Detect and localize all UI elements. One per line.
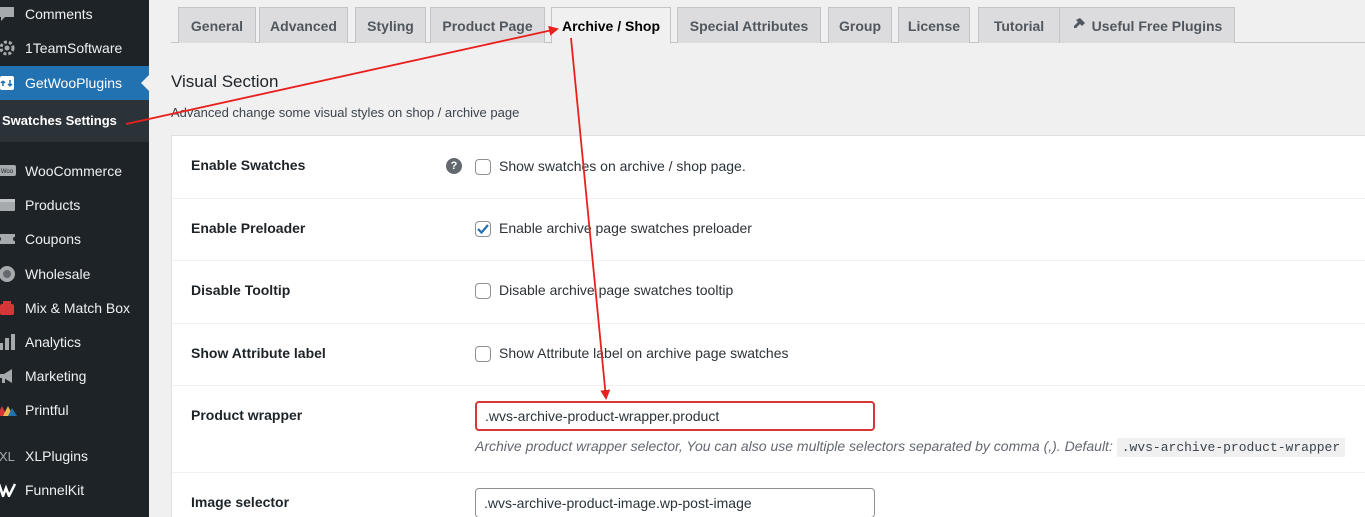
checkbox-label[interactable]: Disable archive page swatches tooltip: [499, 282, 733, 298]
tab-label: Product Page: [442, 17, 533, 34]
tab-label: Tutorial: [993, 17, 1045, 34]
sidebar-item-coupons[interactable]: Coupons: [0, 222, 149, 256]
sidebar-item-funnelkit[interactable]: FunnelKit: [0, 473, 149, 507]
sidebar-item-label: Wholesale: [25, 266, 91, 282]
settings-tabs: General Advanced Styling Product Page Ar…: [171, 0, 1365, 44]
section-title: Visual Section: [171, 72, 279, 91]
plugin-icon: [1072, 17, 1086, 34]
row-label: Enable Preloader: [191, 220, 306, 236]
checkbox-label[interactable]: Show Attribute label on archive page swa…: [499, 345, 789, 361]
row-label: Product wrapper: [191, 407, 303, 423]
row-disable-tooltip: Disable Tooltip Disable archive page swa…: [172, 261, 1365, 324]
settings-form: Enable Swatches ? Show swatches on archi…: [171, 135, 1365, 517]
tab-label: Group: [839, 17, 881, 34]
tab-archive-shop[interactable]: Archive / Shop: [551, 7, 671, 44]
sidebar-item-label: XLPlugins: [25, 448, 89, 464]
submenu-item-label: Swatches Settings: [2, 113, 117, 128]
gear-icon: [0, 38, 17, 58]
megaphone-icon: [0, 366, 17, 386]
row-enable-swatches: Enable Swatches ? Show swatches on archi…: [172, 136, 1365, 199]
sidebar-item-label: WooCommerce: [25, 163, 122, 179]
sidebar-item-label: FunnelKit: [25, 482, 85, 498]
sidebar-item-label: Marketing: [25, 368, 87, 384]
tab-tutorial[interactable]: Tutorial: [978, 7, 1060, 43]
row-image-selector: Image selector: [172, 473, 1365, 517]
disable-tooltip-checkbox[interactable]: [475, 283, 491, 299]
sidebar-item-mix-match-box[interactable]: Mix & Match Box: [0, 291, 149, 325]
sidebar-item-wholesale[interactable]: Wholesale: [0, 257, 149, 291]
sidebar-item-woocommerce[interactable]: Woo WooCommerce: [0, 154, 149, 188]
sidebar-item-label: Mix & Match Box: [25, 300, 131, 316]
checkmark-icon: [477, 224, 489, 235]
row-show-attribute-label: Show Attribute label Show Attribute labe…: [172, 324, 1365, 386]
help-icon[interactable]: ?: [446, 158, 462, 174]
tab-useful-free-plugins[interactable]: Useful Free Plugins: [1059, 7, 1235, 43]
sidebar-item-label: GetWooPlugins: [25, 75, 123, 91]
woo-icon: Woo: [0, 161, 17, 181]
sidebar-item-label: Comments: [25, 6, 93, 22]
sidebar-item-1teamsoftware[interactable]: 1TeamSoftware: [0, 31, 149, 65]
tab-group[interactable]: Group: [828, 7, 892, 43]
tab-label: License: [907, 17, 961, 34]
sidebar-item-label: Printful: [25, 402, 69, 418]
sidebar-item-xlplugins[interactable]: XL XLPlugins: [0, 439, 149, 473]
tab-label: General: [190, 17, 244, 34]
sidebar-item-label: Products: [25, 197, 81, 213]
tab-label: Special Attributes: [689, 17, 809, 34]
admin-sidebar: Comments 1TeamSoftware GetWooPlugins Swa…: [0, 0, 149, 517]
tab-styling[interactable]: Styling: [355, 7, 426, 43]
submenu-swatches-settings[interactable]: Swatches Settings: [0, 100, 149, 142]
tab-advanced[interactable]: Advanced: [259, 7, 348, 43]
tab-label: Styling: [367, 17, 414, 34]
checkbox-label[interactable]: Show swatches on archive / shop page.: [499, 158, 746, 174]
funnelkit-icon: [0, 480, 17, 500]
analytics-icon: [0, 332, 17, 352]
enable-preloader-checkbox[interactable]: [475, 221, 491, 237]
show-attribute-label-checkbox[interactable]: [475, 346, 491, 362]
coupon-icon: [0, 229, 17, 249]
tab-product-page[interactable]: Product Page: [430, 7, 545, 43]
tab-label: Advanced: [270, 17, 337, 34]
svg-text:XL: XL: [0, 449, 15, 463]
plugin-icon: [0, 73, 17, 93]
printful-icon: [0, 400, 17, 420]
row-label: Show Attribute label: [191, 345, 326, 361]
tab-label: Archive / Shop: [561, 17, 661, 34]
sidebar-item-marketing[interactable]: Marketing: [0, 359, 149, 393]
default-code: .wvs-archive-product-wrapper: [1116, 438, 1346, 457]
row-enable-preloader: Enable Preloader Enable archive page swa…: [172, 199, 1365, 261]
row-product-wrapper: Product wrapper Archive product wrapper …: [172, 386, 1365, 473]
sidebar-item-label: Coupons: [25, 231, 82, 247]
section-description: Advanced change some visual styles on sh…: [171, 105, 520, 120]
sidebar-item-printful[interactable]: Printful: [0, 393, 149, 427]
sidebar-item-products[interactable]: Products: [0, 188, 149, 222]
field-description: Archive product wrapper selector, You ca…: [475, 438, 1346, 457]
checkbox-label[interactable]: Enable archive page swatches preloader: [499, 220, 752, 236]
tab-special-attributes[interactable]: Special Attributes: [677, 7, 821, 43]
comments-icon: [0, 4, 17, 24]
tab-license[interactable]: License: [898, 7, 970, 43]
svg-text:Woo: Woo: [1, 169, 14, 175]
product-wrapper-input[interactable]: [475, 401, 875, 431]
wholesale-icon: [0, 264, 17, 284]
tab-label: Useful Free Plugins: [1091, 17, 1223, 34]
sidebar-item-getwooplugins[interactable]: GetWooPlugins: [0, 66, 149, 100]
sidebar-item-analytics[interactable]: Analytics: [0, 325, 149, 359]
row-label: Enable Swatches: [191, 157, 306, 173]
sidebar-item-label: 1TeamSoftware: [25, 40, 123, 56]
image-selector-input[interactable]: [475, 488, 875, 517]
tab-general[interactable]: General: [178, 7, 256, 43]
sidebar-item-comments[interactable]: Comments: [0, 0, 149, 31]
row-label: Disable Tooltip: [191, 282, 291, 298]
products-icon: [0, 195, 17, 215]
xl-icon: XL: [0, 446, 17, 466]
sidebar-item-label: Analytics: [25, 334, 82, 350]
description-text: Archive product wrapper selector, You ca…: [475, 438, 1113, 454]
enable-swatches-checkbox[interactable]: [475, 159, 491, 175]
row-label: Image selector: [191, 494, 290, 510]
box-icon: [0, 298, 17, 318]
